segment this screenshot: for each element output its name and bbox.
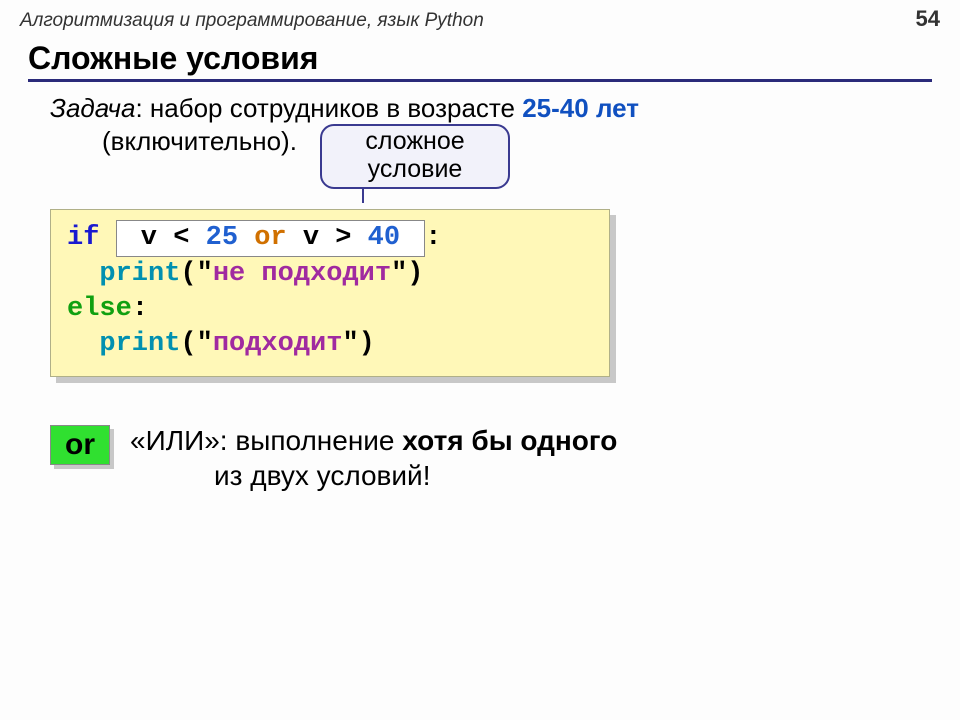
paren-open-2: (" bbox=[180, 329, 212, 359]
kw-if: if bbox=[67, 223, 99, 253]
task-after: (включительно). bbox=[102, 125, 926, 158]
kw-print-1: print bbox=[99, 259, 180, 289]
task-range: 25-40 лет bbox=[522, 93, 639, 123]
condition-box: v < 25 or v > 40 bbox=[116, 220, 426, 257]
callout-bubble: сложное условие bbox=[320, 124, 510, 189]
num-40: 40 bbox=[368, 223, 400, 253]
code-block: if v < 25 or v > 40 : print("не подходит… bbox=[50, 209, 610, 377]
or-badge: or bbox=[50, 425, 110, 465]
kw-else: else bbox=[67, 294, 132, 324]
paren-close-2: ") bbox=[342, 329, 374, 359]
callout-line1: сложное bbox=[365, 127, 464, 155]
cond-mid: v > bbox=[303, 223, 368, 253]
paren-close-1: ") bbox=[391, 259, 423, 289]
string-1: не подходит bbox=[213, 259, 391, 289]
note-line1-a: «ИЛИ»: выполнение bbox=[130, 425, 402, 456]
kw-print-2: print bbox=[99, 329, 180, 359]
note-row: or «ИЛИ»: выполнение хотя бы одного из д… bbox=[50, 423, 926, 493]
kw-or: or bbox=[238, 223, 303, 253]
note-line1-b: хотя бы одного bbox=[402, 425, 617, 456]
slide-title: Сложные условия bbox=[28, 40, 932, 82]
task-before: : набор сотрудников в возрасте bbox=[135, 93, 522, 123]
string-2: подходит bbox=[213, 329, 343, 359]
cond-pre: v < bbox=[125, 223, 206, 253]
note-line2: из двух условий! bbox=[214, 458, 617, 493]
indent-2 bbox=[67, 329, 99, 359]
page-number: 54 bbox=[916, 6, 940, 32]
colon-1: : bbox=[425, 223, 441, 253]
colon-2: : bbox=[132, 294, 148, 324]
course-name: Алгоритмизация и программирование, язык … bbox=[20, 10, 484, 32]
slide-content: Задача: набор сотрудников в возрасте 25-… bbox=[0, 82, 960, 493]
num-25: 25 bbox=[206, 223, 238, 253]
slide-header: Алгоритмизация и программирование, язык … bbox=[0, 0, 960, 34]
callout-line2: условие bbox=[368, 155, 463, 183]
indent-1 bbox=[67, 259, 99, 289]
task-label: Задача bbox=[50, 93, 135, 123]
paren-open-1: (" bbox=[180, 259, 212, 289]
cond-post bbox=[400, 223, 416, 253]
note-text: «ИЛИ»: выполнение хотя бы одного из двух… bbox=[130, 423, 617, 493]
